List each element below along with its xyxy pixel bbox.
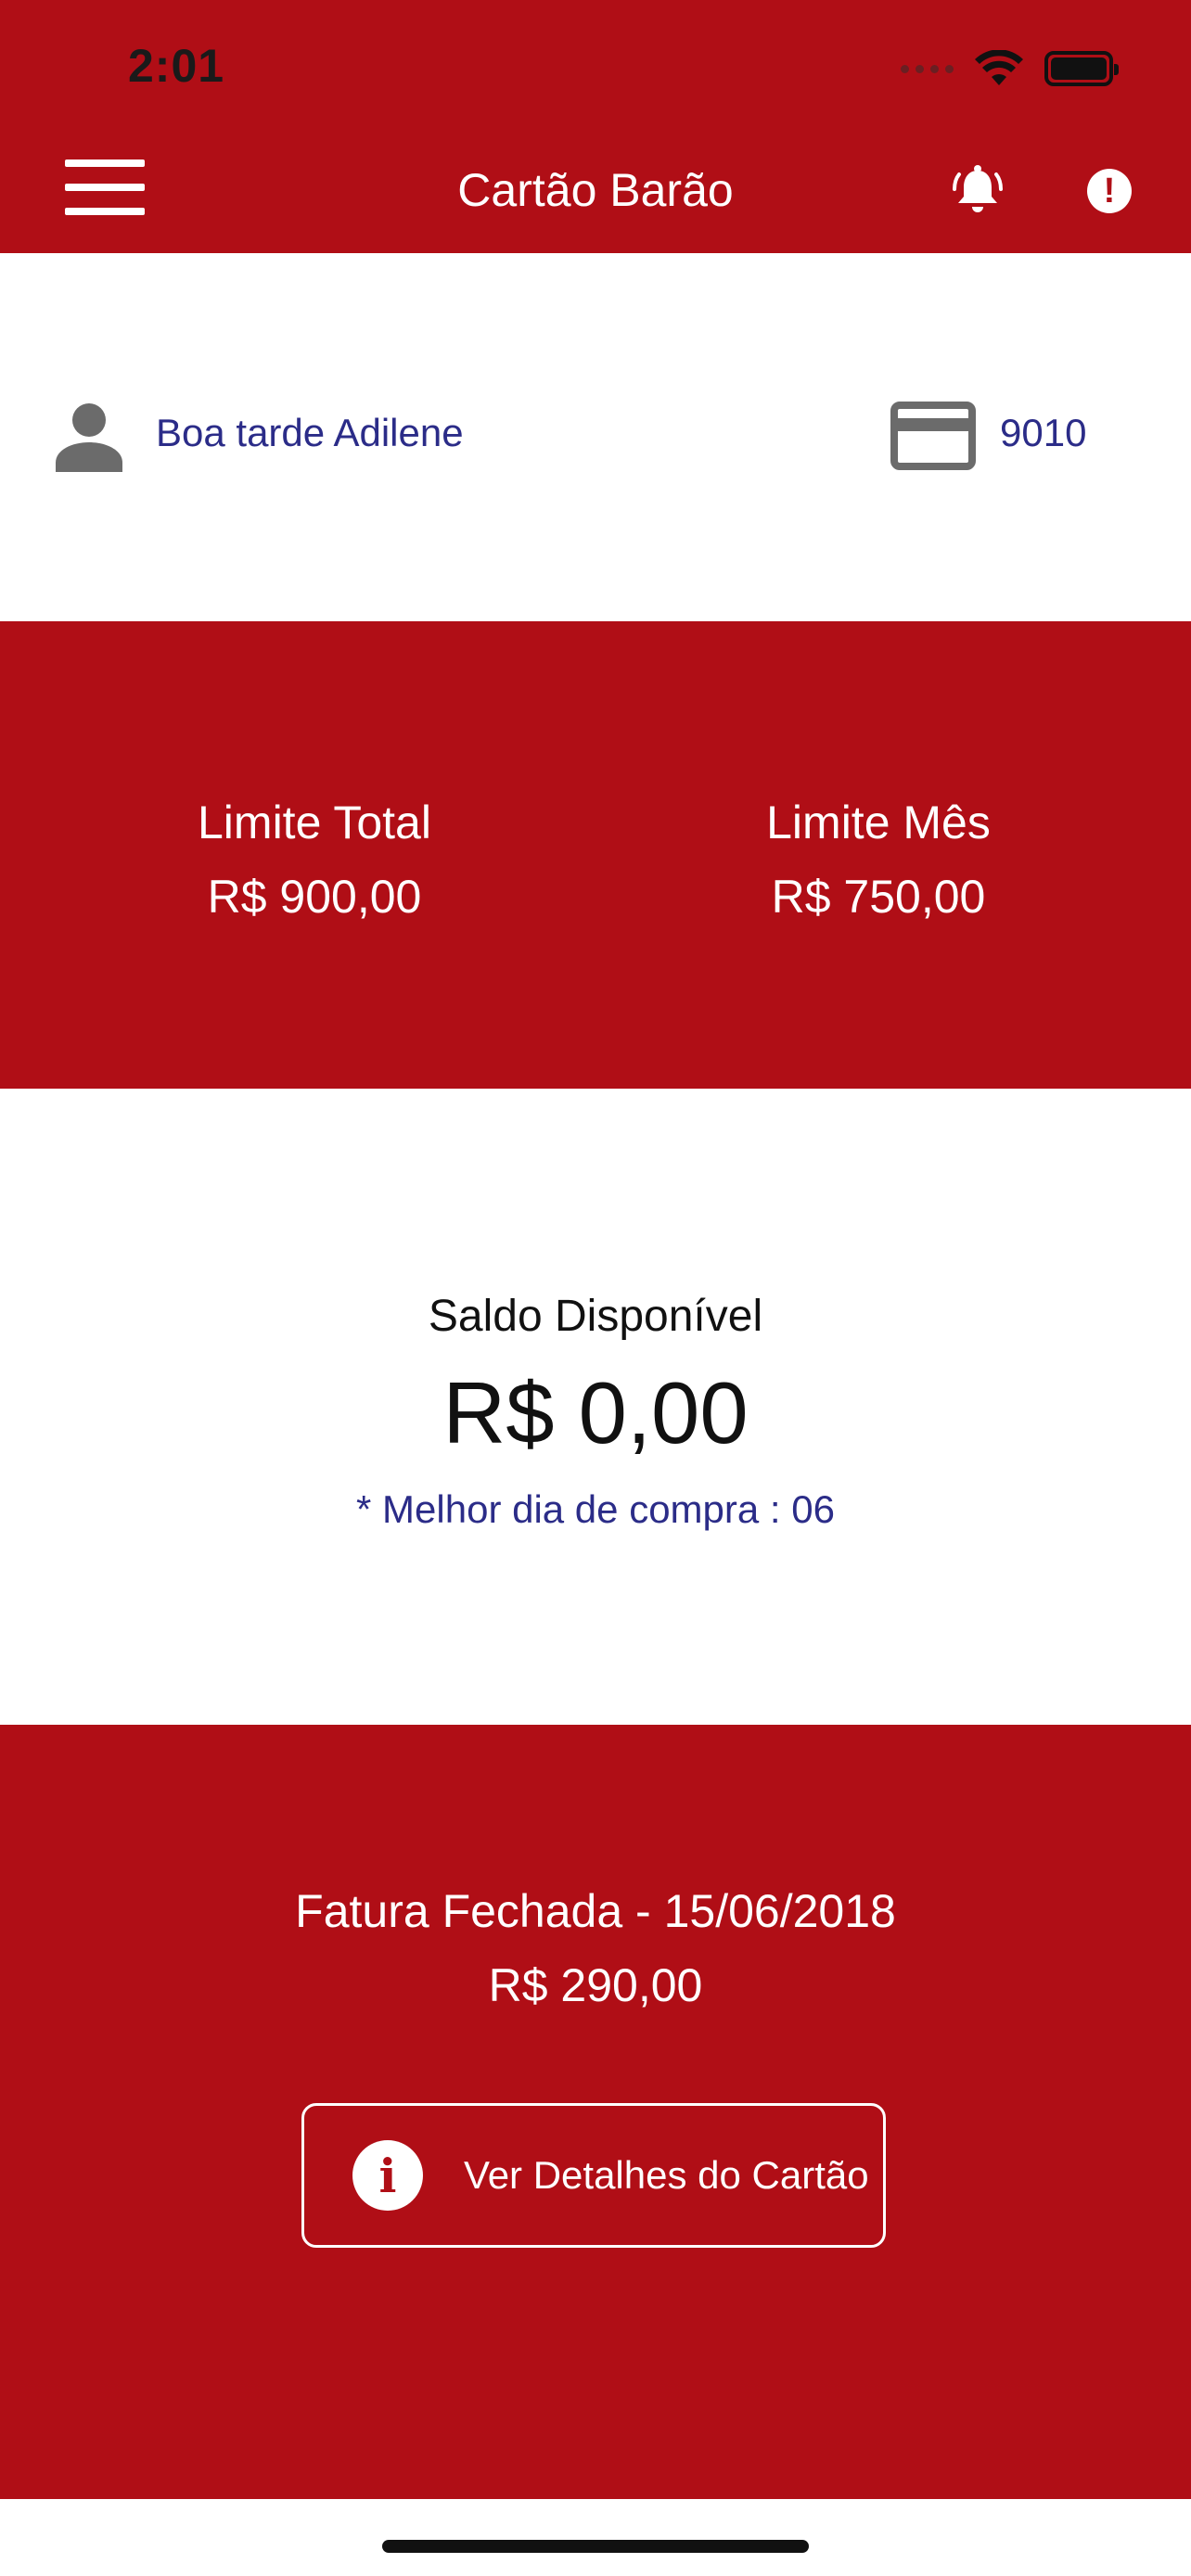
notifications-button[interactable] xyxy=(950,163,1005,219)
limit-month-value: R$ 750,00 xyxy=(771,871,986,923)
status-time: 2:01 xyxy=(128,40,225,92)
exclamation-circle-icon: ! xyxy=(1103,171,1116,210)
invoice-label: Fatura Fechada - 15/06/2018 xyxy=(295,1885,896,1937)
limits-section: Limite Total R$ 900,00 Limite Mês R$ 750… xyxy=(0,621,1191,1089)
bell-ringing-icon xyxy=(953,165,1003,212)
balance-label: Saldo Disponível xyxy=(428,1292,763,1341)
home-area xyxy=(0,2499,1191,2576)
card-details-label: Ver Detalhes do Cartão xyxy=(464,2153,869,2197)
balance-value: R$ 0,00 xyxy=(442,1364,749,1461)
card-number: 9010 xyxy=(1000,411,1087,454)
best-purchase-day-note: * Melhor dia de compra : 06 xyxy=(356,1487,835,1531)
card-details-button[interactable]: i Ver Detalhes do Cartão xyxy=(301,2103,886,2248)
limit-total: Limite Total R$ 900,00 xyxy=(17,796,612,924)
limit-month-label: Limite Mês xyxy=(766,797,991,848)
invoice-value: R$ 290,00 xyxy=(488,1959,703,2011)
greeting-row: Boa tarde Adilene 9010 xyxy=(0,253,1191,621)
limit-total-label: Limite Total xyxy=(198,797,431,848)
wifi-icon xyxy=(975,50,1023,85)
balance-section: Saldo Disponível R$ 0,00 * Melhor dia de… xyxy=(0,1089,1191,1725)
battery-icon xyxy=(1044,51,1119,86)
page-title: Cartão Barão xyxy=(457,164,734,216)
greeting-text: Boa tarde Adilene xyxy=(156,411,464,454)
top-bar: 2:01 Cartão Barão ! xyxy=(0,0,1191,253)
invoice-section: Fatura Fechada - 15/06/2018 R$ 290,00 i … xyxy=(0,1725,1191,2499)
credit-card-icon xyxy=(890,402,976,470)
limit-total-value: R$ 900,00 xyxy=(207,871,422,923)
home-indicator[interactable] xyxy=(382,2540,809,2553)
alert-button[interactable]: ! xyxy=(1087,169,1132,213)
cellular-signal-icon xyxy=(901,64,954,73)
info-icon: i xyxy=(352,2140,423,2211)
limit-month: Limite Mês R$ 750,00 xyxy=(581,796,1176,924)
person-icon xyxy=(56,403,122,472)
status-icons xyxy=(901,46,1119,91)
